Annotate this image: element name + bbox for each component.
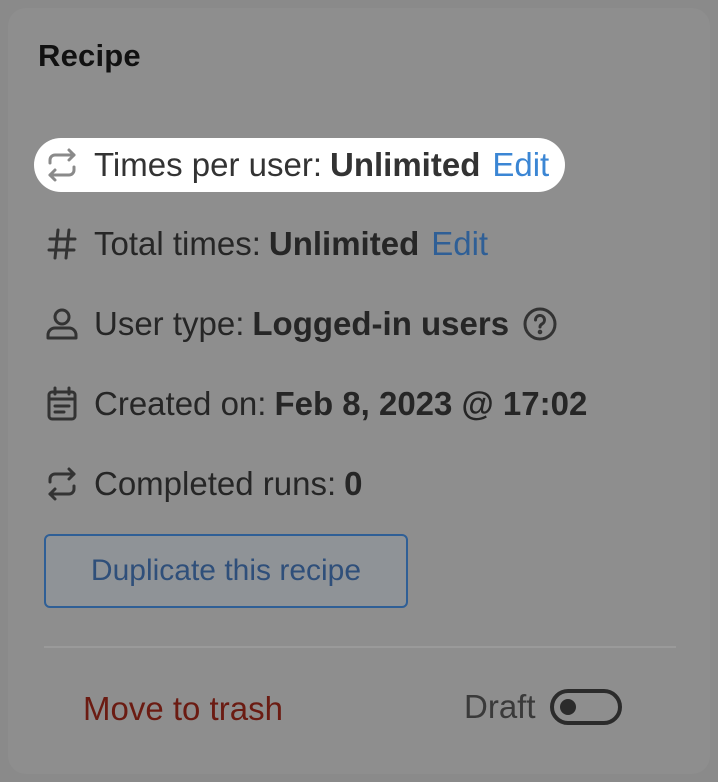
total-times-edit-link[interactable]: Edit <box>431 225 488 263</box>
user-icon <box>40 302 84 346</box>
hash-icon <box>40 222 84 266</box>
completed-runs-value: 0 <box>344 465 363 502</box>
repeat-icon <box>40 462 84 506</box>
times-per-user-row: Times per user: Unlimited Edit <box>34 138 566 192</box>
completed-runs-row: Completed runs: 0 <box>44 456 362 512</box>
user-type-label: User type: <box>94 305 245 342</box>
question-circle-icon[interactable] <box>521 305 559 343</box>
times-per-user-value: Unlimited <box>330 146 481 183</box>
divider <box>44 646 676 648</box>
move-to-trash-link[interactable]: Move to trash <box>83 690 283 728</box>
created-on-label: Created on: <box>94 385 267 422</box>
recipe-panel: Recipe Times per user: Unlimited Edit To… <box>8 8 710 774</box>
status-control: Draft <box>464 688 622 726</box>
user-type-row: User type: Logged-in users <box>44 296 559 352</box>
total-times-label: Total times: <box>94 225 261 262</box>
calendar-icon <box>40 382 84 426</box>
total-times-value: Unlimited <box>268 225 420 262</box>
created-on-row: Created on: Feb 8, 2023 @ 17:02 <box>44 376 587 432</box>
user-type-value: Logged-in users <box>252 305 510 342</box>
status-label: Draft <box>464 688 536 725</box>
times-per-user-edit-link[interactable]: Edit <box>492 146 549 184</box>
created-on-value: Feb 8, 2023 @ 17:02 <box>274 385 588 422</box>
total-times-row: Total times: Unlimited Edit <box>44 216 488 272</box>
times-per-user-label: Times per user: <box>94 146 323 183</box>
toggle-knob <box>559 699 576 715</box>
status-toggle[interactable] <box>549 689 622 725</box>
repeat-icon <box>40 143 84 187</box>
panel-title: Recipe <box>38 38 141 73</box>
completed-runs-label: Completed runs: <box>94 465 337 502</box>
duplicate-recipe-button[interactable]: Duplicate this recipe <box>44 534 408 608</box>
